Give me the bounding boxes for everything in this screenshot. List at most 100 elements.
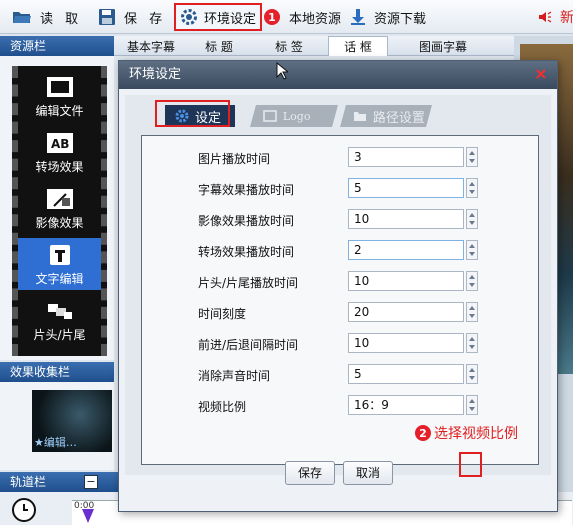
spinner-arrows-icon[interactable] bbox=[466, 271, 478, 291]
resource-panel: 编辑文件 AB 转场效果 影像效果 文字编辑 片头/片尾 bbox=[0, 56, 114, 360]
folder-icon bbox=[354, 112, 366, 121]
step1-badge: 1 bbox=[264, 9, 280, 25]
film-item-image-effect[interactable]: 影像效果 bbox=[18, 182, 101, 234]
effect-thumbnail[interactable]: ★编辑… bbox=[32, 390, 112, 452]
gear-icon bbox=[181, 9, 197, 25]
film-item-edit-file[interactable]: 编辑文件 bbox=[18, 70, 101, 122]
film-item-label: 转场效果 bbox=[35, 160, 84, 174]
field-label: 转场效果播放时间 bbox=[198, 245, 295, 259]
effects-bar-header: 效果收集栏 bbox=[0, 362, 114, 382]
film-strip: 编辑文件 AB 转场效果 影像效果 文字编辑 片头/片尾 bbox=[12, 66, 107, 356]
spinner-arrows-icon[interactable] bbox=[466, 395, 478, 415]
collapse-track-button[interactable]: − bbox=[84, 475, 98, 489]
spinner-arrows-icon[interactable] bbox=[466, 333, 478, 353]
tab-picture-subtitle[interactable]: 图画字幕 bbox=[410, 38, 476, 56]
form-row: 片头/片尾播放时间 10 bbox=[142, 271, 540, 293]
env-settings-label: 环境设定 bbox=[204, 11, 257, 27]
form-row: 转场效果播放时间 2 bbox=[142, 240, 540, 262]
close-icon[interactable]: × bbox=[533, 66, 549, 82]
tab-tag[interactable]: 标 签 bbox=[264, 38, 314, 56]
settings-tab-highlight bbox=[155, 100, 230, 127]
settings-form: 图片播放时间 3 字幕效果播放时间 5 影像效果播放时间 10 转场效果播放时间… bbox=[141, 135, 539, 465]
transition-effect-time-input[interactable]: 2 bbox=[348, 240, 464, 260]
form-row: 前进/后退间隔时间 10 bbox=[142, 333, 540, 355]
field-label: 前进/后退间隔时间 bbox=[198, 338, 299, 352]
dialog-title: 环境设定 bbox=[129, 67, 182, 82]
track-bar-header: 轨道栏 bbox=[0, 472, 120, 492]
download-label: 资源下载 bbox=[374, 11, 427, 27]
tab-path-settings[interactable]: 路径设置 bbox=[340, 105, 432, 127]
download-button[interactable]: 资源下载 bbox=[350, 4, 426, 30]
effects-panel: ★编辑… bbox=[0, 382, 114, 470]
image-effect-time-input[interactable]: 10 bbox=[348, 209, 464, 229]
time-scale-input[interactable]: 20 bbox=[348, 302, 464, 322]
text-t-icon bbox=[46, 243, 74, 267]
video-ratio-select[interactable]: 16：9 bbox=[348, 395, 464, 415]
playhead-icon[interactable] bbox=[82, 509, 94, 523]
cancel-button[interactable]: 取消 bbox=[343, 461, 393, 485]
speaker-icon bbox=[539, 11, 552, 23]
download-arrow-icon bbox=[351, 9, 365, 25]
film-item-label: 片头/片尾 bbox=[33, 328, 86, 342]
field-label: 影像效果播放时间 bbox=[198, 214, 295, 228]
field-label: 视频比例 bbox=[198, 400, 247, 414]
film-clips-icon bbox=[46, 299, 74, 323]
env-settings-dialog: 环境设定 × 设定 Logo 路径设置 图片播放时间 3 字幕效果播放时间 5 … bbox=[118, 60, 558, 512]
spinner-arrows-icon[interactable] bbox=[466, 209, 478, 229]
spinner-arrows-icon[interactable] bbox=[466, 364, 478, 384]
folder-open-icon bbox=[13, 12, 31, 23]
svg-text:AB: AB bbox=[51, 137, 69, 151]
dialog-title-bar: 环境设定 bbox=[119, 61, 557, 89]
magic-image-icon bbox=[46, 187, 74, 211]
tab-title[interactable]: 标 题 bbox=[194, 38, 244, 56]
image-play-time-input[interactable]: 3 bbox=[348, 147, 464, 167]
film-item-transition[interactable]: AB 转场效果 bbox=[18, 126, 101, 178]
film-item-label: 编辑文件 bbox=[35, 104, 84, 118]
dialog-body: 设定 Logo 路径设置 图片播放时间 3 字幕效果播放时间 5 影像效果播放时… bbox=[125, 95, 551, 475]
save-toolbar-button[interactable]: 保 存 bbox=[98, 4, 166, 30]
spinner-arrows-icon[interactable] bbox=[466, 178, 478, 198]
field-label: 图片播放时间 bbox=[198, 152, 271, 166]
floppy-disk-icon bbox=[99, 9, 115, 25]
tab-logo[interactable]: Logo bbox=[250, 105, 338, 127]
step2-badge: 2 bbox=[415, 425, 431, 441]
mouse-cursor-icon bbox=[276, 62, 288, 80]
new-label: 新 bbox=[560, 10, 573, 26]
ab-transition-icon: AB bbox=[46, 131, 74, 155]
mute-time-input[interactable]: 5 bbox=[348, 364, 464, 384]
local-resource-button[interactable]: 本地资源 bbox=[289, 4, 341, 30]
form-row: 图片播放时间 3 bbox=[142, 147, 540, 169]
read-label: 读 取 bbox=[40, 11, 83, 27]
opening-ending-time-input[interactable]: 10 bbox=[348, 271, 464, 291]
form-row: 字幕效果播放时间 5 bbox=[142, 178, 540, 200]
read-button[interactable]: 读 取 bbox=[12, 4, 82, 30]
form-row: 视频比例 16：9 bbox=[142, 395, 540, 417]
video-ratio-spinner-highlight bbox=[459, 452, 482, 477]
tab-basic-subtitle[interactable]: 基本字幕 bbox=[120, 38, 182, 56]
tab-path-label: 路径设置 bbox=[373, 110, 426, 126]
resource-bar-header: 资源栏 bbox=[0, 36, 114, 56]
field-label: 片头/片尾播放时间 bbox=[198, 276, 299, 290]
film-frame-icon bbox=[46, 75, 74, 99]
effect-thumbnail-label: ★编辑… bbox=[34, 436, 77, 449]
film-item-text-edit[interactable]: 文字编辑 bbox=[18, 238, 101, 290]
form-row: 时间刻度 20 bbox=[142, 302, 540, 324]
spinner-arrows-icon[interactable] bbox=[466, 240, 478, 260]
save-button[interactable]: 保存 bbox=[285, 461, 335, 485]
subtitle-effect-time-input[interactable]: 5 bbox=[348, 178, 464, 198]
spinner-arrows-icon[interactable] bbox=[466, 302, 478, 322]
local-resource-label: 本地资源 bbox=[289, 11, 342, 27]
env-settings-button[interactable]: 环境设定 bbox=[174, 3, 263, 31]
field-label: 字幕效果播放时间 bbox=[198, 183, 295, 197]
tab-dialog[interactable]: 话 框 bbox=[328, 36, 388, 56]
annotation-text: 选择视频比例 bbox=[434, 426, 518, 442]
app-window: 读 取 保 存 环境设定 1 本地资源 资源下载 新 资源栏 编辑文件 AB 转… bbox=[0, 0, 573, 525]
main-toolbar: 读 取 保 存 环境设定 1 本地资源 资源下载 新 bbox=[0, 0, 573, 34]
film-item-opening-ending[interactable]: 片头/片尾 bbox=[18, 294, 101, 346]
clock-icon[interactable] bbox=[12, 498, 36, 522]
new-indicator[interactable]: 新 bbox=[538, 4, 573, 30]
tab-logo-label: Logo bbox=[283, 109, 311, 123]
spinner-arrows-icon[interactable] bbox=[466, 147, 478, 167]
seek-interval-input[interactable]: 10 bbox=[348, 333, 464, 353]
form-row: 影像效果播放时间 10 bbox=[142, 209, 540, 231]
